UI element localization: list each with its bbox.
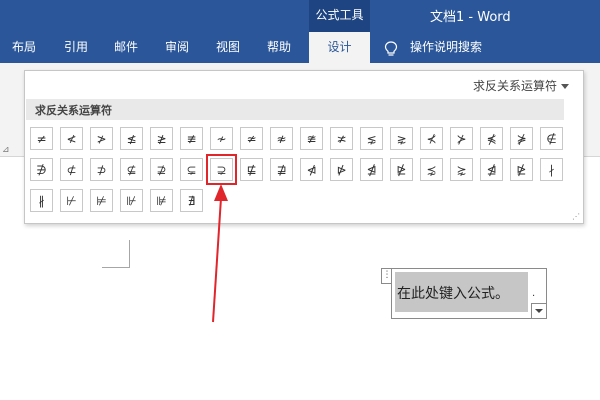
annotation-arrow-head bbox=[214, 184, 228, 201]
annotation-arrow bbox=[212, 184, 228, 323]
annotation-arrow-shaft bbox=[212, 197, 222, 323]
